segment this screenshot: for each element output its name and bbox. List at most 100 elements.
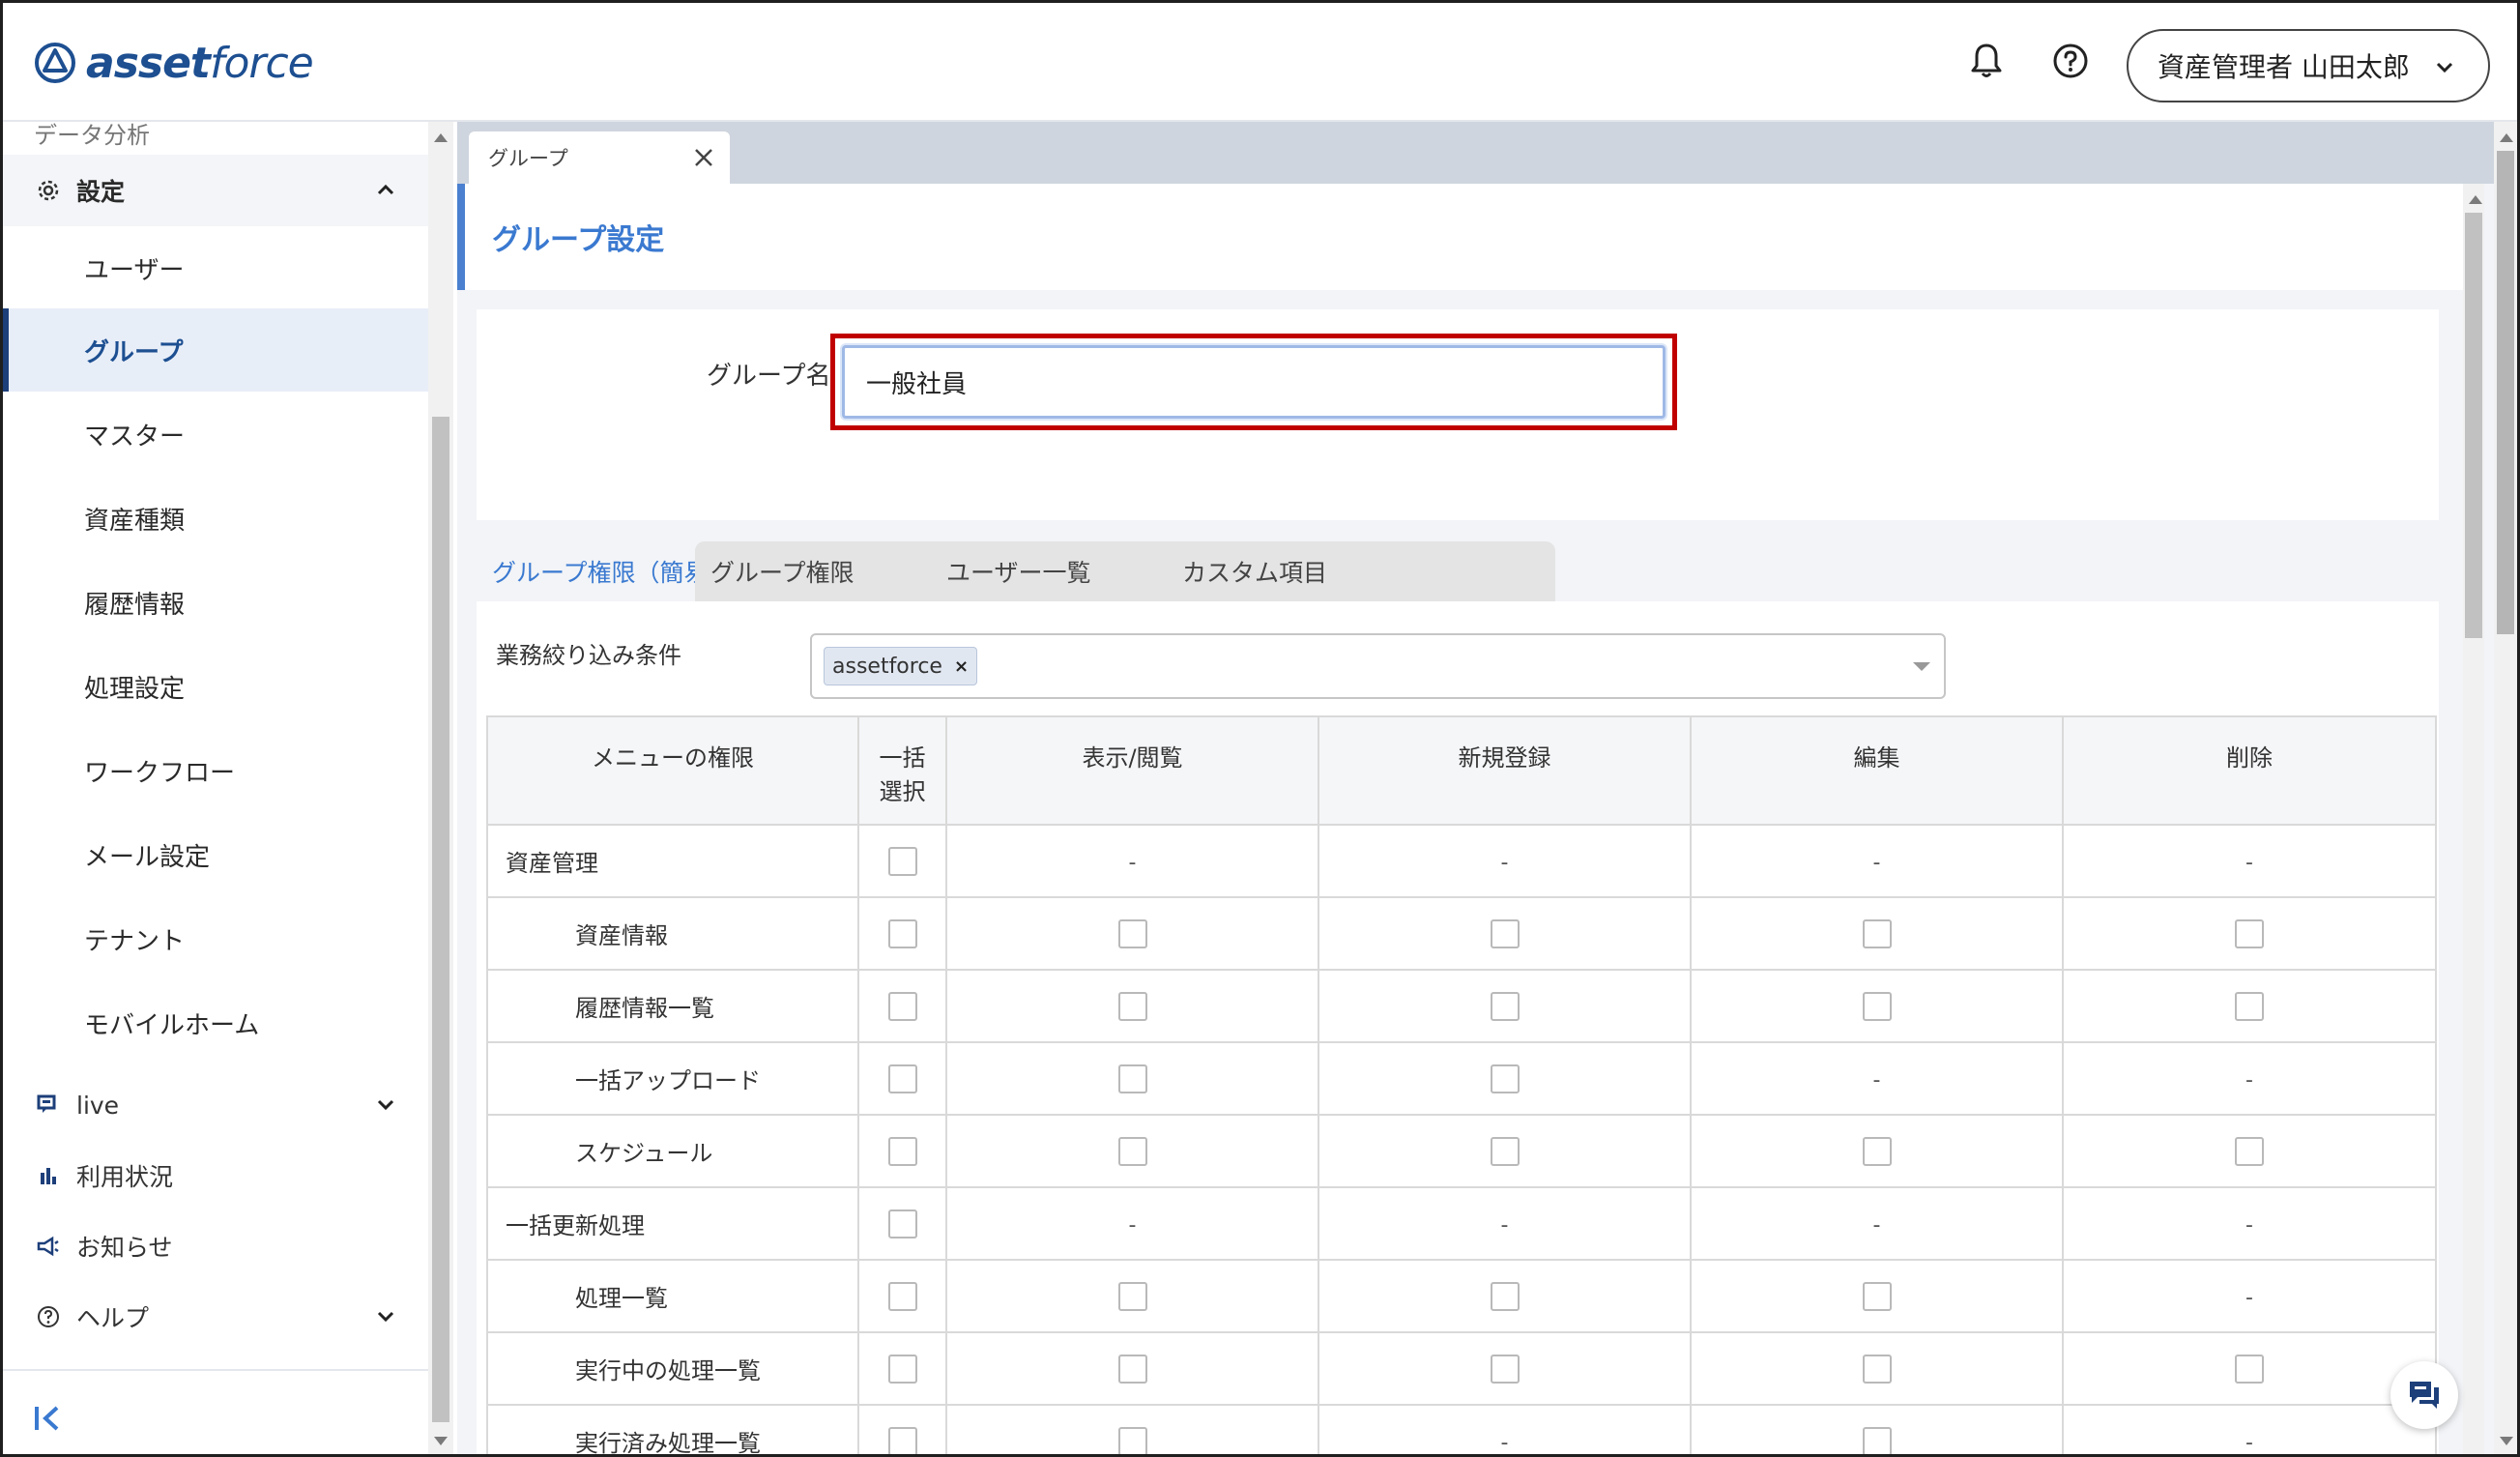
scroll-down-arrow-icon[interactable] bbox=[2500, 1437, 2513, 1445]
permission-checkbox[interactable] bbox=[1862, 1136, 1892, 1166]
scrollbar-thumb[interactable] bbox=[2497, 151, 2514, 634]
permission-checkbox[interactable] bbox=[1117, 918, 1147, 948]
table-cell bbox=[945, 969, 1319, 1043]
bell-icon[interactable] bbox=[1965, 40, 2008, 82]
sidebar-section-help[interactable]: ヘルプ bbox=[3, 1281, 428, 1353]
sidebar-item-workflow[interactable]: ワークフロー bbox=[3, 729, 428, 812]
select-all-checkbox[interactable] bbox=[887, 1209, 917, 1238]
select-all-checkbox[interactable] bbox=[887, 846, 917, 876]
not-applicable-dash: - bbox=[2245, 1430, 2253, 1455]
help-icon[interactable] bbox=[2049, 40, 2092, 82]
menu-permission-name: 実行済み処理一覧 bbox=[486, 1404, 859, 1454]
permission-checkbox[interactable] bbox=[1117, 1136, 1147, 1166]
sidebar-section-label: live bbox=[76, 1091, 120, 1120]
window-scrollbar[interactable] bbox=[2494, 122, 2517, 1454]
menu-permission-name: 履歴情報一覧 bbox=[486, 969, 859, 1043]
sidebar-section-settings[interactable]: 設定 bbox=[3, 155, 428, 226]
permission-checkbox[interactable] bbox=[1117, 1426, 1147, 1454]
sidebar-item-process-settings[interactable]: 処理設定 bbox=[3, 645, 428, 728]
scroll-down-arrow-icon[interactable] bbox=[434, 1437, 448, 1445]
permission-checkbox[interactable] bbox=[1862, 1281, 1892, 1311]
permission-checkbox[interactable] bbox=[1490, 1354, 1520, 1384]
sidebar-scrollbar[interactable] bbox=[428, 122, 453, 1454]
sidebar-item-master[interactable]: マスター bbox=[3, 393, 428, 476]
main-area: グループ グループ設定 グループ名 グループ権限（簡易版） グループ権限 ユーザ… bbox=[457, 122, 2494, 1455]
menu-permission-name: 資産管理 bbox=[486, 824, 859, 898]
permission-checkbox[interactable] bbox=[1862, 1354, 1892, 1384]
chevron-down-icon[interactable] bbox=[374, 1304, 397, 1327]
sidebar-item-history[interactable]: 履歴情報 bbox=[3, 561, 428, 644]
sidebar-item-tenant[interactable]: テナント bbox=[3, 897, 428, 980]
table-cell: - bbox=[2062, 1186, 2437, 1261]
select-all-checkbox[interactable] bbox=[887, 1354, 917, 1384]
permission-checkbox[interactable] bbox=[1117, 991, 1147, 1021]
scroll-up-arrow-icon[interactable] bbox=[2500, 133, 2513, 142]
not-applicable-dash: - bbox=[1128, 850, 1137, 875]
close-icon[interactable] bbox=[691, 145, 716, 170]
business-filter-select[interactable]: assetforce × bbox=[810, 633, 1946, 699]
select-all-checkbox[interactable] bbox=[887, 918, 917, 948]
permission-checkbox[interactable] bbox=[1862, 991, 1892, 1021]
table-cell bbox=[857, 1331, 947, 1406]
sidebar-section-live[interactable]: live bbox=[3, 1069, 428, 1141]
collapse-sidebar-icon[interactable] bbox=[32, 1401, 67, 1436]
sidebar-section-label: お知らせ bbox=[76, 1234, 173, 1262]
dropdown-arrow-icon[interactable] bbox=[1913, 662, 1930, 671]
permission-checkbox[interactable] bbox=[2235, 918, 2264, 948]
document-tab-group[interactable]: グループ bbox=[469, 131, 730, 184]
gear-icon bbox=[36, 178, 61, 203]
table-cell bbox=[1318, 896, 1692, 971]
sidebar-section-news[interactable]: お知らせ bbox=[3, 1210, 428, 1282]
permission-checkbox[interactable] bbox=[1117, 1281, 1147, 1311]
scrollbar-thumb[interactable] bbox=[2465, 213, 2482, 638]
chevron-up-icon[interactable] bbox=[374, 178, 397, 201]
table-header-row: メニューの権限 一括 選択 表示/閲覧 新規登録 編集 削除 bbox=[486, 715, 2437, 826]
permission-checkbox[interactable] bbox=[1117, 1064, 1147, 1093]
scrollbar-thumb[interactable] bbox=[432, 417, 449, 1422]
permission-checkbox[interactable] bbox=[1490, 918, 1520, 948]
permission-checkbox[interactable] bbox=[1490, 1281, 1520, 1311]
tab-custom-fields[interactable]: カスタム項目 bbox=[1167, 541, 1555, 601]
table-cell: - bbox=[1690, 1186, 2064, 1261]
table-row: 処理一覧 - bbox=[486, 1259, 2437, 1333]
table-cell bbox=[2062, 1331, 2437, 1406]
sidebar-item-groups[interactable]: グループ bbox=[3, 308, 428, 392]
sidebar-item-mail-settings[interactable]: メール設定 bbox=[3, 813, 428, 896]
group-name-input[interactable] bbox=[842, 345, 1666, 419]
sidebar-section-usage[interactable]: 利用状況 bbox=[3, 1140, 428, 1211]
permission-checkbox[interactable] bbox=[1490, 1064, 1520, 1093]
permission-checkbox[interactable] bbox=[1862, 918, 1892, 948]
not-applicable-dash: - bbox=[1128, 1212, 1137, 1238]
permission-checkbox[interactable] bbox=[1117, 1354, 1147, 1384]
table-cell bbox=[945, 1404, 1319, 1454]
permission-checkbox[interactable] bbox=[2235, 1136, 2264, 1166]
permission-checkbox[interactable] bbox=[1490, 991, 1520, 1021]
select-all-checkbox[interactable] bbox=[887, 1136, 917, 1166]
table-cell bbox=[1690, 1331, 2064, 1406]
top-header: assetforce 資産管理者 山田太郎 bbox=[3, 3, 2517, 122]
chevron-down-icon[interactable] bbox=[374, 1093, 397, 1116]
user-menu-button[interactable]: 資産管理者 山田太郎 bbox=[2127, 29, 2490, 102]
sidebar-item-partial[interactable]: データ分析 bbox=[34, 122, 150, 150]
chat-button[interactable] bbox=[2390, 1361, 2458, 1429]
logo-text: assetforce bbox=[86, 38, 314, 88]
content-scrollbar[interactable] bbox=[2463, 184, 2484, 1454]
select-all-checkbox[interactable] bbox=[887, 1281, 917, 1311]
select-all-checkbox[interactable] bbox=[887, 1064, 917, 1093]
permission-checkbox[interactable] bbox=[2235, 1354, 2264, 1384]
permission-checkbox[interactable] bbox=[1490, 1136, 1520, 1166]
select-all-checkbox[interactable] bbox=[887, 991, 917, 1021]
sidebar-item-asset-types[interactable]: 資産種類 bbox=[3, 477, 428, 560]
permission-checkbox[interactable] bbox=[1862, 1426, 1892, 1454]
sidebar-item-users[interactable]: ユーザー bbox=[3, 226, 428, 309]
app-window: assetforce 資産管理者 山田太郎 データ分析 設定 ユーザー グループ… bbox=[0, 0, 2520, 1457]
sidebar-item-mobile-home[interactable]: モバイルホーム bbox=[3, 981, 428, 1064]
select-all-checkbox[interactable] bbox=[887, 1426, 917, 1454]
table-cell bbox=[945, 1114, 1319, 1188]
assetforce-logo[interactable]: assetforce bbox=[34, 38, 314, 88]
scroll-up-arrow-icon[interactable] bbox=[2469, 195, 2482, 204]
permission-checkbox[interactable] bbox=[2235, 991, 2264, 1021]
not-applicable-dash: - bbox=[1872, 850, 1881, 875]
scroll-up-arrow-icon[interactable] bbox=[434, 133, 448, 142]
chip-remove-icon[interactable]: × bbox=[954, 656, 969, 677]
